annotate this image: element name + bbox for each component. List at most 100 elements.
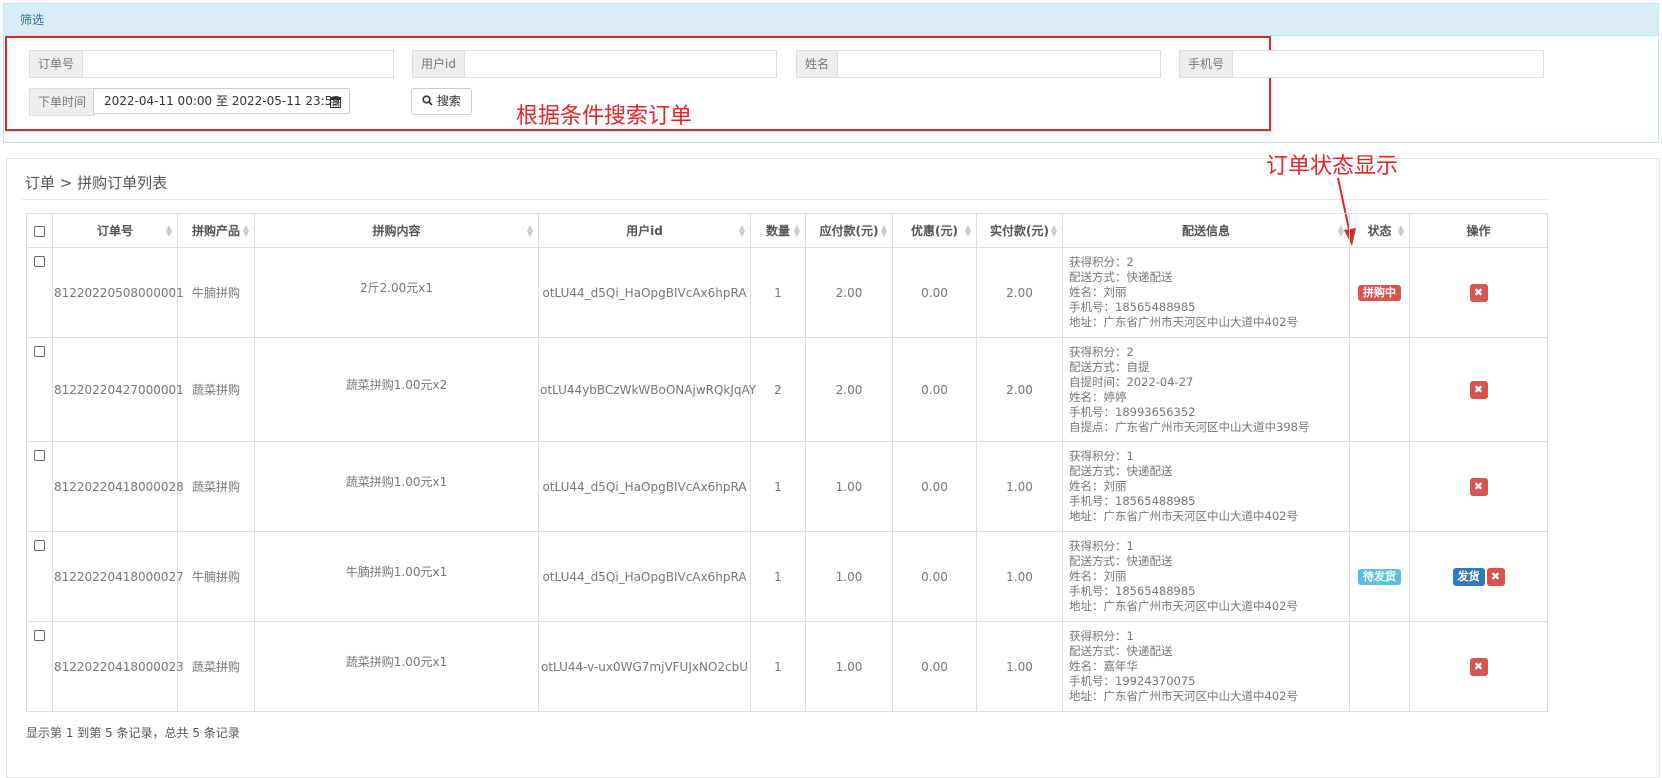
col-order-no[interactable]: 订单号 ▲ ▼ <box>52 213 178 248</box>
shipping-line: 配送方式：快递配送 <box>1069 644 1173 658</box>
col-product[interactable]: 拼购产品 ▲ ▼ <box>177 213 255 248</box>
qty-cell: 1 <box>750 531 806 622</box>
delete-button[interactable]: ✖ <box>1469 283 1488 302</box>
col-content[interactable]: 拼购内容 ▲ ▼ <box>254 213 539 248</box>
col-payable-label: 应付款(元) <box>819 224 879 238</box>
shipping-cell: 获得积分：1 配送方式：快递配送 姓名：刘丽 手机号：18565488985 地址：广东… <box>1062 531 1350 622</box>
user-id-input[interactable] <box>463 50 777 78</box>
shipping-line: 获得积分：1 <box>1069 539 1134 553</box>
discount-cell: 0.00 <box>892 531 977 622</box>
row-checkbox[interactable] <box>34 346 45 357</box>
paid-cell: 1.00 <box>976 441 1063 532</box>
col-qty-label: 数量 <box>765 224 790 238</box>
order-no-input[interactable] <box>82 50 394 78</box>
shipping-line: 手机号：18565488985 <box>1069 494 1196 508</box>
row-select-cell <box>26 621 53 712</box>
status-cell: 待发货 <box>1349 531 1410 622</box>
user-id-cell: otLU44_d5Qi_HaOpgBIVcAx6hpRA <box>538 247 751 338</box>
shipping-line: 地址：广东省广州市天河区中山大道中402号 <box>1069 689 1298 703</box>
row-checkbox[interactable] <box>34 256 45 267</box>
select-all-checkbox[interactable] <box>34 225 45 237</box>
user-id-cell: otLU44ybBCzWkWBoONAjwRQkJqAY <box>538 337 756 442</box>
ship-button[interactable]: 发货 <box>1452 567 1485 586</box>
payable-cell: 1.00 <box>805 531 893 622</box>
name-label: 姓名 <box>796 50 838 78</box>
row-checkbox[interactable] <box>34 540 45 551</box>
breadcrumb-current: 拼购订单列表 <box>77 174 168 192</box>
col-discount[interactable]: 优惠(元) ▲ ▼ <box>892 213 977 248</box>
content-text: 牛腩拼购1.00元x1 <box>345 565 448 579</box>
order-table: 订单号 ▲ ▼ 拼购产品 ▲ ▼ 拼购内容 ▲ ▼ 用户id ▲ ▼ 数量 ▲ ▼ 应付款(元) ▲ ▼… <box>26 213 1548 712</box>
search-icon <box>422 94 437 108</box>
discount-cell: 0.00 <box>892 337 977 442</box>
table-row: 81220220508000001 牛腩拼购 2斤2.00元x1 otLU44_d5Q… <box>26 247 1548 338</box>
col-user-id[interactable]: 用户id ▲ ▼ <box>538 213 751 248</box>
row-select-cell <box>26 337 53 442</box>
breadcrumb-root[interactable]: 订单 <box>25 174 55 192</box>
close-icon: ✖ <box>1473 479 1484 493</box>
shipping-line: 获得积分：2 <box>1069 344 1134 359</box>
shipping-line: 自提点：广东省广州市天河区中山大道中398号 <box>1069 419 1310 434</box>
content-cell: 牛腩拼购1.00元x1 <box>254 531 539 622</box>
sort-icon: ▲ ▼ <box>964 223 971 238</box>
breadcrumb: 订单 > 拼购订单列表 <box>25 172 167 193</box>
order-no-cell: 81220220418000028 <box>52 441 184 532</box>
filter-heading: 筛选 <box>4 4 1658 36</box>
col-payable[interactable]: 应付款(元) ▲ ▼ <box>805 213 893 248</box>
shipping-line: 配送方式：快递配送 <box>1069 464 1173 478</box>
select-all-cell <box>26 213 53 248</box>
delete-button[interactable]: ✖ <box>1469 477 1488 496</box>
shipping-line: 获得积分：1 <box>1069 629 1134 643</box>
close-icon: ✖ <box>1490 569 1501 583</box>
search-label: 搜索 <box>436 94 461 108</box>
col-paid[interactable]: 实付款(元) ▲ ▼ <box>976 213 1063 248</box>
close-icon: ✖ <box>1473 382 1484 396</box>
content-cell: 蔬菜拼购1.00元x1 <box>254 621 539 712</box>
name-input[interactable] <box>837 50 1161 78</box>
shipping-line: 获得积分：2 <box>1069 255 1134 269</box>
user-id-cell: otLU44_d5Qi_HaOpgBIVcAx6hpRA <box>538 531 751 622</box>
phone-label: 手机号 <box>1179 50 1233 78</box>
sort-icon: ▲ ▼ <box>526 223 533 238</box>
content-text: 蔬菜拼购1.00元x2 <box>345 378 448 392</box>
shipping-line: 手机号：18565488985 <box>1069 300 1196 314</box>
phone-input[interactable] <box>1232 50 1544 78</box>
order-table-body: 81220220508000001 牛腩拼购 2斤2.00元x1 otLU44_d5Q… <box>26 247 1548 712</box>
user-id-cell: otLU44-v-ux0WG7mjVFUJxNO2cbU <box>538 621 751 712</box>
shipping-line: 配送方式：自提 <box>1069 359 1150 374</box>
status-cell <box>1349 621 1410 712</box>
qty-cell: 1 <box>750 441 806 532</box>
search-button[interactable]: 搜索 <box>411 88 472 115</box>
shipping-line: 姓名：刘丽 <box>1069 569 1127 583</box>
search-annotation-text: 根据条件搜索订单 <box>516 104 693 129</box>
shipping-line: 地址：广东省广州市天河区中山大道中402号 <box>1069 315 1298 329</box>
shipping-line: 配送方式：快递配送 <box>1069 270 1173 284</box>
col-shipping[interactable]: 配送信息 ▲ ▼ <box>1062 213 1350 248</box>
delete-button[interactable]: ✖ <box>1469 657 1488 676</box>
name-group: 姓名 <box>796 50 1161 78</box>
col-actions: 操作 <box>1409 213 1548 248</box>
qty-cell: 1 <box>750 621 806 712</box>
paid-cell: 1.00 <box>976 621 1063 712</box>
payable-cell: 1.00 <box>805 441 893 532</box>
sort-icon: ▲ ▼ <box>1050 223 1057 238</box>
delete-button[interactable]: ✖ <box>1486 567 1505 586</box>
col-qty[interactable]: 数量 ▲ ▼ <box>750 213 806 248</box>
row-checkbox[interactable] <box>34 450 45 461</box>
table-header-row: 订单号 ▲ ▼ 拼购产品 ▲ ▼ 拼购内容 ▲ ▼ 用户id ▲ ▼ 数量 ▲ ▼ 应付款(元) ▲ ▼… <box>26 213 1548 248</box>
shipping-cell: 获得积分：2 配送方式：自提 自提时间：2022-04-27 姓名：婷婷 手机号：189… <box>1062 337 1350 442</box>
order-time-range-picker[interactable]: 2022-04-11 00:00 至 2022-05-11 23:59 <box>93 88 350 114</box>
paid-cell: 2.00 <box>976 337 1063 442</box>
product-cell: 牛腩拼购 <box>177 531 255 622</box>
shipping-cell: 获得积分：1 配送方式：快递配送 姓名：刘丽 手机号：18565488985 地址：广东… <box>1062 441 1350 532</box>
status-badge: 待发货 <box>1358 568 1401 585</box>
row-select-cell <box>26 531 53 622</box>
row-checkbox[interactable] <box>34 630 45 641</box>
breadcrumb-divider <box>22 199 1550 200</box>
order-no-cell: 81220220418000023 <box>52 621 184 712</box>
delete-button[interactable]: ✖ <box>1469 380 1488 399</box>
user-id-group: 用户id <box>412 50 777 78</box>
shipping-cell: 获得积分：2 配送方式：快递配送 姓名：刘丽 手机号：18565488985 地址：广东… <box>1062 247 1350 338</box>
sort-icon: ▲ ▼ <box>738 223 745 238</box>
col-status[interactable]: 状态 ▲ ▼ <box>1349 213 1410 248</box>
